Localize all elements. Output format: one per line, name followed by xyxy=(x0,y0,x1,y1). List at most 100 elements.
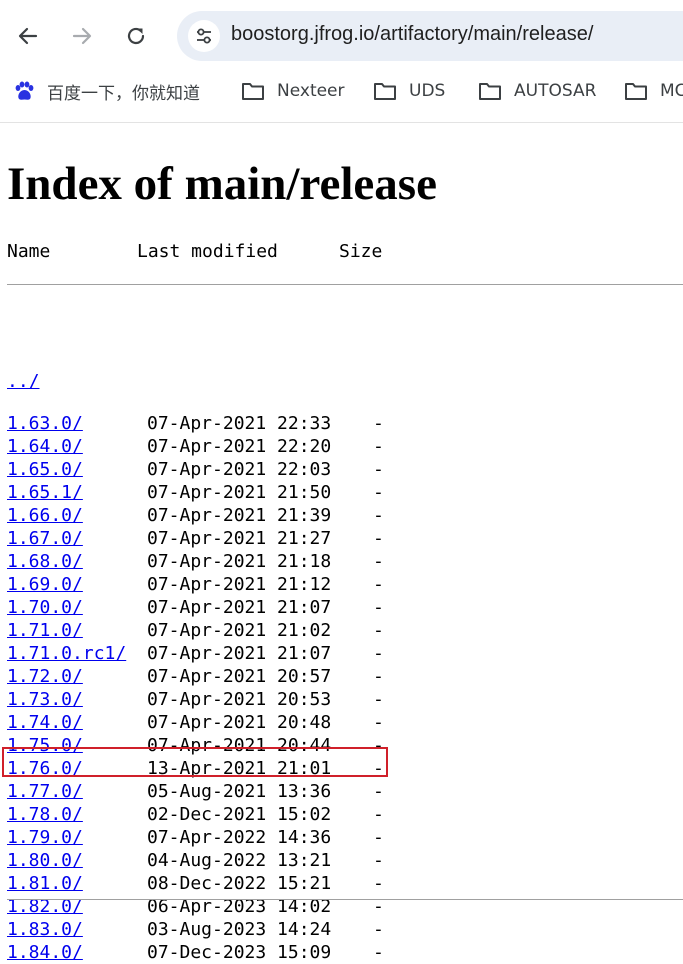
directory-row: 1.78.0/02-Dec-2021 15:02 - xyxy=(7,803,683,826)
column-size-header: Size xyxy=(339,241,383,262)
directory-listing: ../ 1.63.0/07-Apr-2021 22:33-1.64.0/07-A… xyxy=(2,305,683,964)
file-size: - xyxy=(373,597,384,618)
directory-link[interactable]: 1.72.0/ xyxy=(7,665,83,688)
directory-link[interactable]: 1.79.0/ xyxy=(7,826,83,849)
file-size: - xyxy=(373,804,384,825)
forward-button[interactable] xyxy=(64,18,100,54)
page-content: Index of main/release Name Last modified… xyxy=(0,123,683,963)
file-size: - xyxy=(373,942,384,963)
directory-link[interactable]: 1.78.0/ xyxy=(7,803,83,826)
directory-link[interactable]: 1.71.0/ xyxy=(7,619,83,642)
last-modified: 07-Apr-2021 21:50 xyxy=(147,482,332,503)
bookmark-autosar[interactable]: AUTOSAR xyxy=(478,76,596,106)
directory-link[interactable]: 1.84.0/ xyxy=(7,941,83,964)
last-modified: 07-Apr-2021 22:33 xyxy=(147,413,332,434)
forward-arrow-icon xyxy=(72,27,92,45)
directory-row: 1.69.0/07-Apr-2021 21:12 - xyxy=(7,573,683,596)
last-modified: 07-Apr-2021 21:27 xyxy=(147,528,332,549)
directory-row: 1.72.0/07-Apr-2021 20:57 - xyxy=(7,665,683,688)
file-size: - xyxy=(373,712,384,733)
last-modified: 07-Dec-2023 15:09 xyxy=(147,942,332,963)
directory-row: 1.70.0/07-Apr-2021 21:07 - xyxy=(7,596,683,619)
directory-link[interactable]: 1.76.0/ xyxy=(7,757,83,780)
directory-link[interactable]: 1.65.0/ xyxy=(7,458,83,481)
site-info-button[interactable] xyxy=(188,20,220,52)
folder-icon xyxy=(479,83,501,100)
directory-link[interactable]: 1.70.0/ xyxy=(7,596,83,619)
bookmark-label: Nexteer xyxy=(277,81,345,101)
last-modified: 03-Aug-2023 14:24 xyxy=(147,919,332,940)
file-size: - xyxy=(373,505,384,526)
file-size: - xyxy=(373,459,384,480)
directory-link[interactable]: 1.81.0/ xyxy=(7,872,83,895)
last-modified: 07-Apr-2021 20:48 xyxy=(147,712,332,733)
directory-link[interactable]: 1.71.0.rc1/ xyxy=(7,642,126,665)
bookmark-mc[interactable]: MC xyxy=(624,76,683,106)
directory-row: 1.79.0/07-Apr-2022 14:36 - xyxy=(7,826,683,849)
file-size: - xyxy=(373,689,384,710)
last-modified: 07-Apr-2021 20:44 xyxy=(147,735,332,756)
address-bar[interactable]: boostorg.jfrog.io/artifactory/main/relea… xyxy=(177,11,683,61)
bookmark-baidu[interactable]: 百度一下，你就知道 xyxy=(13,76,200,106)
parent-directory-link[interactable]: ../ xyxy=(7,370,40,393)
directory-link[interactable]: 1.64.0/ xyxy=(7,435,83,458)
last-modified: 07-Apr-2022 14:36 xyxy=(147,827,332,848)
directory-link[interactable]: 1.65.1/ xyxy=(7,481,83,504)
directory-link[interactable]: 1.75.0/ xyxy=(7,734,83,757)
directory-link[interactable]: 1.80.0/ xyxy=(7,849,83,872)
directory-row: 1.64.0/07-Apr-2021 22:20 - xyxy=(7,435,683,458)
baidu-paw-icon xyxy=(15,81,34,100)
directory-link[interactable]: 1.63.0/ xyxy=(7,412,83,435)
last-modified: 05-Aug-2021 13:36 xyxy=(147,781,332,802)
last-modified: 07-Apr-2021 20:53 xyxy=(147,689,332,710)
file-size: - xyxy=(373,482,384,503)
bookmark-uds[interactable]: UDS xyxy=(373,76,445,106)
directory-link[interactable]: 1.83.0/ xyxy=(7,918,83,941)
reload-button[interactable] xyxy=(118,18,154,54)
bookmark-label: UDS xyxy=(409,81,446,101)
directory-row: 1.66.0/07-Apr-2021 21:39 - xyxy=(7,504,683,527)
listing-header: Name Last modified Size xyxy=(7,241,683,265)
folder-icon xyxy=(242,83,264,100)
directory-link[interactable]: 1.67.0/ xyxy=(7,527,83,550)
last-modified: 07-Apr-2021 20:57 xyxy=(147,666,332,687)
last-modified: 07-Apr-2021 21:07 xyxy=(147,643,332,664)
directory-link[interactable]: 1.69.0/ xyxy=(7,573,83,596)
file-size: - xyxy=(373,413,384,434)
directory-link[interactable]: 1.74.0/ xyxy=(7,711,83,734)
highlighted-directory-row: 1.76.0/13-Apr-2021 21:01 - xyxy=(2,747,683,780)
browser-chrome: boostorg.jfrog.io/artifactory/main/relea… xyxy=(0,0,683,123)
last-modified: 07-Apr-2021 21:02 xyxy=(147,620,332,641)
bookmark-nexteer[interactable]: Nexteer xyxy=(241,76,345,106)
last-modified: 07-Apr-2021 22:03 xyxy=(147,459,332,480)
file-size: - xyxy=(373,850,384,871)
file-size: - xyxy=(373,574,384,595)
bookmark-label: 百度一下，你就知道 xyxy=(47,83,200,104)
tune-icon xyxy=(197,28,211,44)
parent-directory-row: ../ xyxy=(7,347,683,392)
last-modified: 07-Apr-2021 22:20 xyxy=(147,436,332,457)
file-size: - xyxy=(373,758,384,779)
file-size: - xyxy=(373,735,384,756)
directory-link[interactable]: 1.77.0/ xyxy=(7,780,83,803)
file-size: - xyxy=(373,436,384,457)
back-button[interactable] xyxy=(10,18,46,54)
directory-row: 1.74.0/07-Apr-2021 20:48 - xyxy=(7,711,683,734)
reload-icon xyxy=(127,27,145,45)
directory-link[interactable]: 1.68.0/ xyxy=(7,550,83,573)
last-modified: 04-Aug-2022 13:21 xyxy=(147,850,332,871)
column-name-header: Name xyxy=(7,241,51,262)
file-size: - xyxy=(373,551,384,572)
url-text[interactable]: boostorg.jfrog.io/artifactory/main/relea… xyxy=(231,23,593,46)
directory-link[interactable]: 1.66.0/ xyxy=(7,504,83,527)
directory-row: 1.71.0.rc1/07-Apr-2021 21:07 - xyxy=(7,642,683,665)
last-modified: 08-Dec-2022 15:21 xyxy=(147,873,332,894)
bookmark-label: AUTOSAR xyxy=(514,81,597,101)
back-arrow-icon xyxy=(18,27,38,45)
directory-link[interactable]: 1.73.0/ xyxy=(7,688,83,711)
directory-row: 1.73.0/07-Apr-2021 20:53 - xyxy=(7,688,683,711)
directory-row: 1.65.0/07-Apr-2021 22:03 - xyxy=(7,458,683,481)
file-size: - xyxy=(373,781,384,802)
file-size: - xyxy=(373,873,384,894)
directory-row: 1.77.0/05-Aug-2021 13:36 - xyxy=(7,780,683,803)
